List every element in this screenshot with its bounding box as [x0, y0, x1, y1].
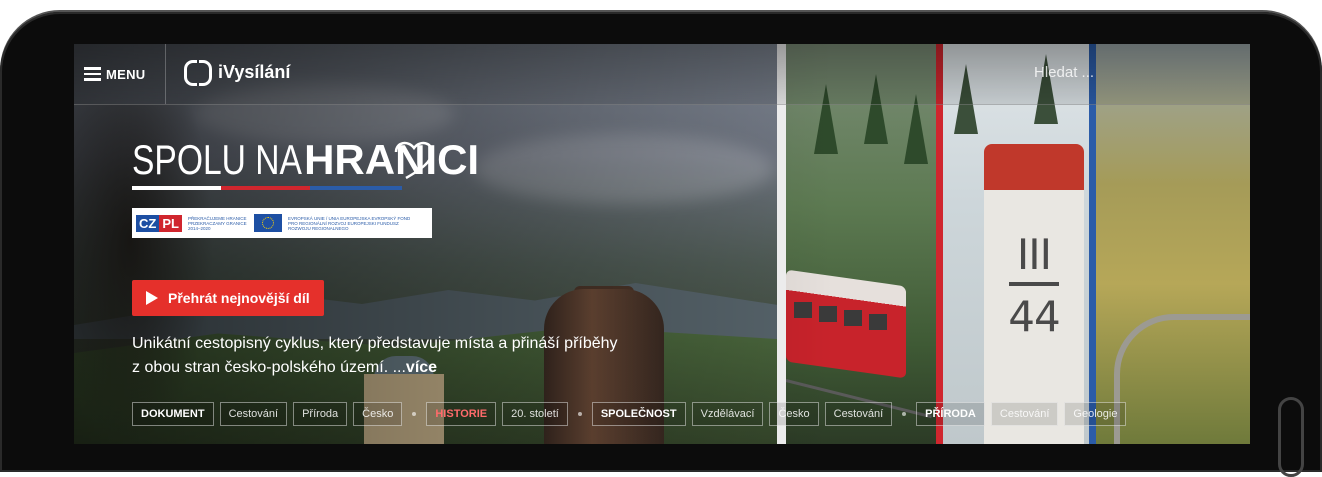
show-description: Unikátní cestopisný cyklus, který předst… [132, 332, 692, 380]
more-link[interactable]: více [406, 359, 437, 376]
category-tag[interactable]: DOKUMENT [132, 402, 214, 426]
category-tag[interactable]: HISTORIE [426, 402, 497, 426]
ivysilani-logo[interactable]: iVysílání [184, 60, 291, 86]
description-line-1: Unikátní cestopisný cyklus, který předst… [132, 335, 618, 352]
play-icon [146, 291, 158, 305]
eu-fund-text: EVROPSKÁ UNIE / UNIA EUROPEJSKA EVROPSKÝ… [287, 215, 411, 231]
boundary-post-number-bottom: 44 [1008, 292, 1060, 341]
genre-tag[interactable]: Příroda [293, 402, 348, 426]
play-latest-episode-button[interactable]: Přehrát nejnovější díl [132, 280, 324, 316]
heart-icon [394, 141, 434, 180]
genre-tag[interactable]: Cestování [824, 402, 893, 426]
show-title-thin: SPOLU NA [132, 136, 302, 183]
genre-tag[interactable]: Česko [769, 402, 819, 426]
description-line-2-text: z obou stran česko-polského území. ... [132, 359, 406, 376]
top-navigation: MENU iVysílání Hledat ... [74, 44, 1250, 105]
category-tag[interactable]: SPOLEČNOST [591, 402, 686, 426]
genre-tag[interactable]: Vzdělávací [691, 402, 764, 426]
eu-flag-icon [253, 214, 282, 232]
tag-separator-dot [902, 412, 907, 416]
genre-tag[interactable]: Česko [353, 402, 403, 426]
ct-logo-icon [184, 60, 212, 86]
genre-tag[interactable]: Cestování [219, 402, 288, 426]
hamburger-icon [84, 67, 101, 81]
czpl-pl: PL [159, 214, 182, 232]
czpl-logo: CZ PL [136, 214, 182, 232]
logo-text: iVysílání [218, 61, 291, 82]
czpl-cz: CZ [136, 214, 160, 232]
menu-label: MENU [106, 66, 146, 82]
train-window [869, 314, 887, 330]
tag-separator-dot [577, 412, 582, 416]
category-tag[interactable]: PŘÍRODA [916, 402, 985, 426]
boundary-post-bar [1009, 282, 1059, 286]
description-line-2: z obou stran česko-polského území. ...ví… [132, 356, 692, 380]
genre-tag[interactable]: Geologie [1064, 402, 1127, 426]
genre-tags: DOKUMENT Cestování Příroda Česko HISTORIE 20.… [132, 402, 1127, 426]
program-text: PŘEKRAČUJEME HRANICE PRZEKRACZAMY GRANIC… [187, 215, 247, 231]
search-input[interactable]: Hledat ... [1034, 64, 1094, 81]
boundary-post-number-top: III [1016, 230, 1052, 279]
play-button-label: Přehrát nejnovější díl [168, 290, 310, 306]
header-divider [165, 44, 166, 104]
menu-button[interactable]: MENU [84, 62, 145, 86]
road-image [1114, 314, 1250, 444]
tag-separator-dot [412, 412, 417, 416]
genre-tag[interactable]: Cestování [990, 402, 1059, 426]
boundary-post-cap [984, 144, 1084, 190]
genre-tag[interactable]: 20. století [502, 402, 568, 426]
hero-screen: III 44 MENU iVysílání Hledat ... SPOLU N… [74, 44, 1250, 444]
title-underline-flag [132, 186, 402, 190]
eu-interreg-logo: CZ PL PŘEKRAČUJEME HRANICE PRZEKRACZAMY … [132, 208, 432, 238]
home-button[interactable] [1278, 397, 1304, 477]
train-window [844, 310, 862, 326]
